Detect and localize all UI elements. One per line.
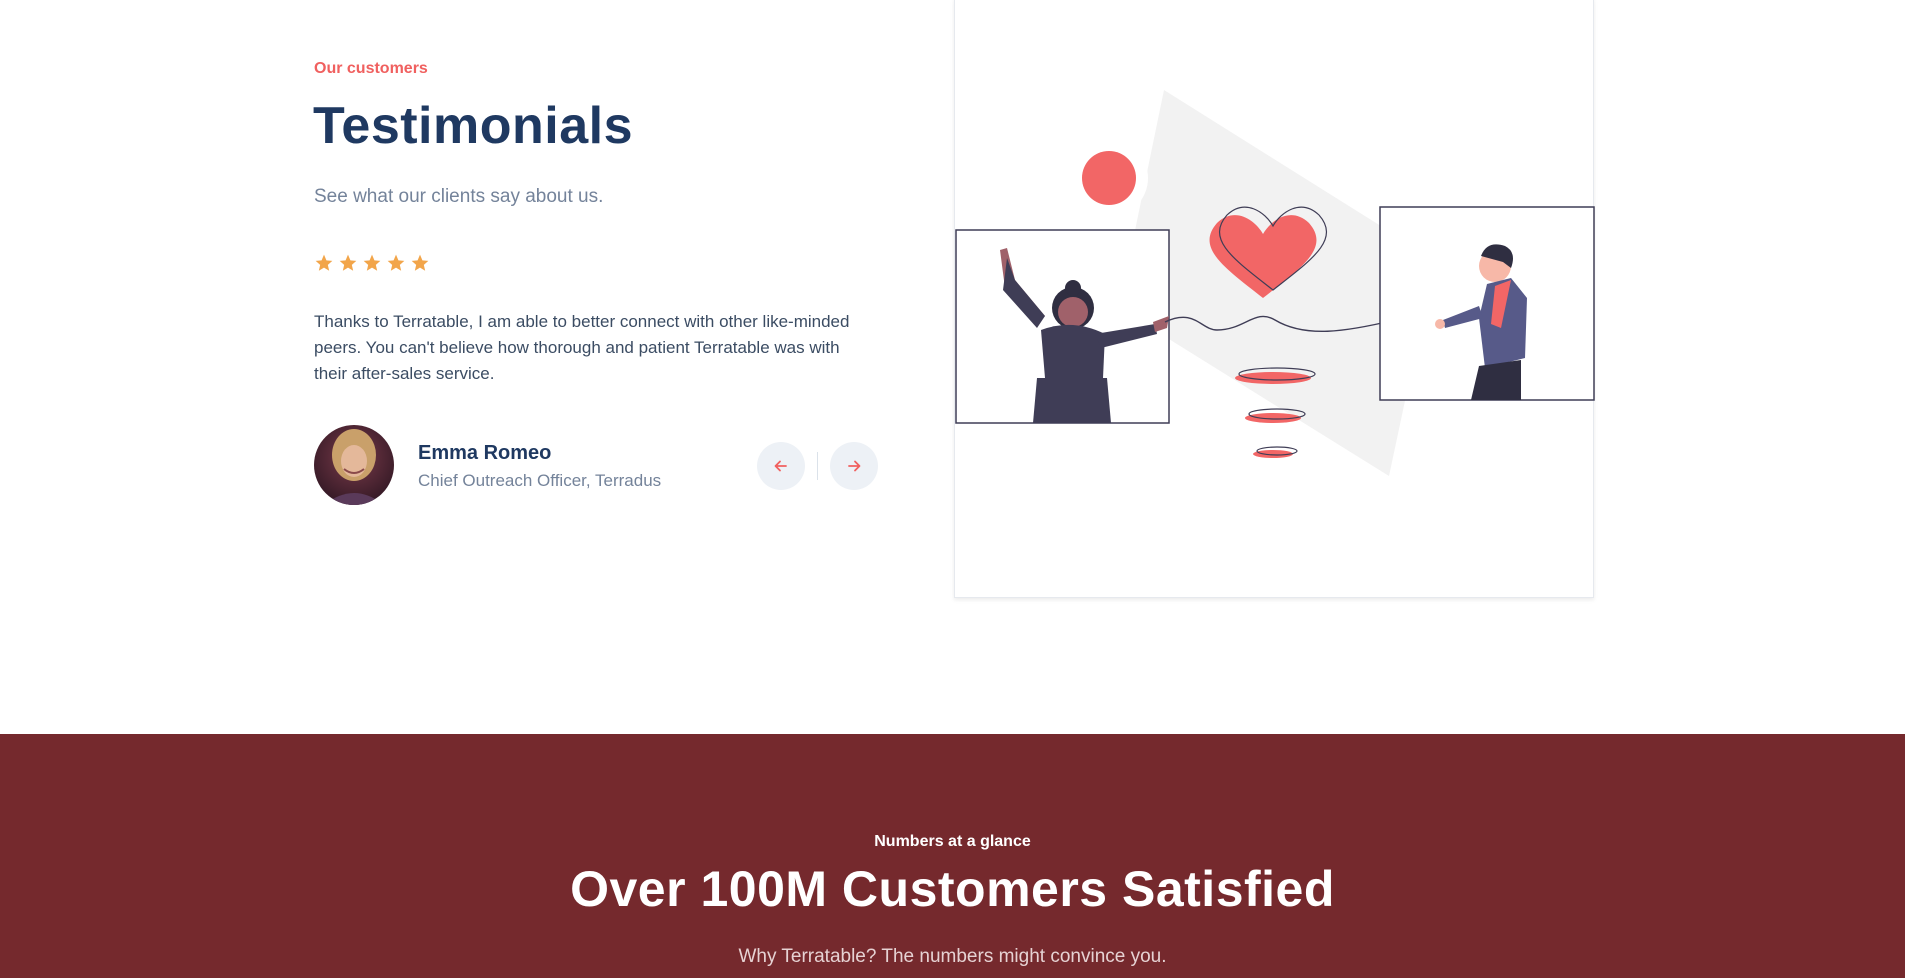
star-icon <box>363 254 381 271</box>
author-role: Chief Outreach Officer, Terradus <box>418 471 662 490</box>
testimonial-illustration <box>954 0 1595 598</box>
nav-divider <box>817 452 818 480</box>
star-icon <box>387 254 405 271</box>
previous-testimonial-button[interactable] <box>757 442 805 490</box>
section-title: Testimonials <box>313 97 634 155</box>
star-icon <box>339 254 357 271</box>
stats-title: Over 100M Customers Satisfied <box>570 861 1335 917</box>
testimonials-section: Our customers Testimonials See what our … <box>0 0 1905 734</box>
avatar <box>314 425 394 505</box>
testimonial-quote: Thanks to Terratable, I am able to bette… <box>314 312 850 383</box>
next-testimonial-button[interactable] <box>830 442 878 490</box>
section-eyebrow: Our customers <box>314 60 428 77</box>
stats-subtitle: Why Terratable? The numbers might convin… <box>738 946 1167 967</box>
star-icon <box>315 254 333 271</box>
stats-eyebrow: Numbers at a glance <box>874 833 1031 850</box>
stats-section: Numbers at a glance Over 100M Customers … <box>0 734 1905 978</box>
section-subtitle: See what our clients say about us. <box>314 186 604 207</box>
arrow-left-icon <box>774 460 787 472</box>
star-rating <box>314 253 430 273</box>
star-icon <box>411 254 429 271</box>
author-name: Emma Romeo <box>418 442 552 464</box>
arrow-right-icon <box>848 460 861 472</box>
